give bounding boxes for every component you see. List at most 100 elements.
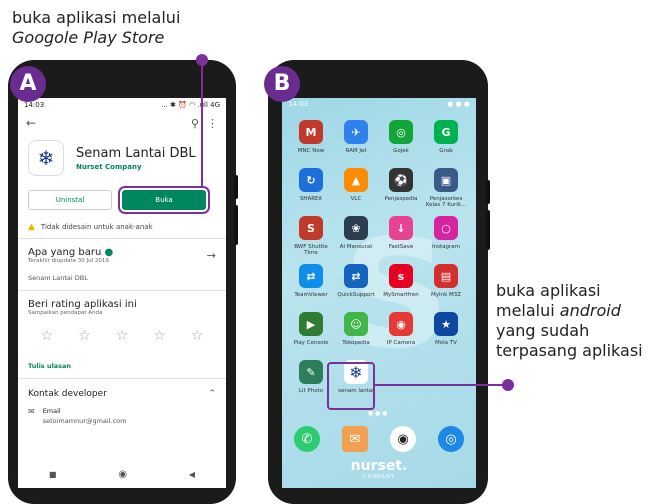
contact-developer-section[interactable]: Kontak developer ⌃ (18, 379, 226, 405)
phone-app-icon[interactable]: ✆ (294, 426, 320, 452)
search-icon[interactable]: ⚲ (191, 117, 199, 130)
app-glyph-icon: ⇄ (344, 264, 368, 288)
whats-new-body: Senam Lantai DBL (28, 274, 88, 282)
dock: ✆ ✉ ◉ ◎ (282, 420, 476, 460)
app-icon-item[interactable]: ▲ VLC (333, 168, 379, 202)
annotation-android-line2: melalui android (496, 301, 621, 320)
app-icon-item[interactable]: G Grab (423, 120, 469, 154)
warning-icon: ▲ (28, 222, 35, 232)
email-value[interactable]: setoimamnur@gmail.com (43, 417, 127, 425)
app-label: VLC (350, 196, 362, 202)
callout-line-a (201, 60, 203, 188)
app-glyph-icon: S (299, 216, 323, 240)
open-button[interactable]: Buka (118, 186, 210, 214)
camera-app-icon[interactable]: ◉ (390, 426, 416, 452)
app-glyph-icon: ★ (434, 312, 458, 336)
app-label: MNC Now (297, 148, 325, 154)
app-icon-item[interactable]: ❀ AI Mansurat (333, 216, 379, 250)
app-glyph-icon: G (434, 120, 458, 144)
app-icon-item[interactable]: ↻ SHAREit (288, 168, 334, 202)
app-label: Play Console (293, 340, 329, 346)
app-glyph-icon: ◉ (389, 312, 413, 336)
app-icon-item[interactable]: ✈ RAM Jet (333, 120, 379, 154)
app-glyph-icon: ⚽ (389, 168, 413, 192)
annotation-android-line4: terpasang aplikasi (496, 341, 643, 360)
warning-text: Tidak didesain untuk anak-anak (40, 223, 153, 231)
star-icon[interactable]: ☆ (41, 328, 54, 344)
app-glyph-icon: M (299, 120, 323, 144)
app-label: MySmartfren (383, 292, 419, 298)
email-label: Email (42, 407, 61, 415)
phone-a-screen: 14:03 ... ✱ ⏰ ◠ .ull 4G ← ⚲ ⋮ ❄ Senam La… (18, 98, 226, 488)
app-icon-item[interactable]: S BWF Shuttle Time (288, 216, 334, 256)
status-bar-b: 14:03 ● ● ● (282, 98, 476, 112)
star-icon[interactable]: ☆ (78, 328, 91, 344)
watermark-sub: COMPANY (363, 474, 395, 480)
contact-title: Kontak developer (28, 389, 107, 399)
back-arrow-icon[interactable]: ← (26, 116, 36, 130)
app-icon-item[interactable]: ⚽ Penjaspedia (378, 168, 424, 202)
status-time: 14:03 (24, 101, 45, 109)
app-label: TeamViewer (294, 292, 328, 298)
status-icons-b: ● ● ● (447, 100, 470, 108)
app-icon-item[interactable]: ⇄ QuickSupport (333, 264, 379, 298)
app-icon-item[interactable]: ◉ IP Camera (378, 312, 424, 346)
app-glyph-icon: ▲ (344, 168, 368, 192)
app-glyph-icon: ✎ (299, 360, 323, 384)
app-icon-item[interactable]: ○ Instagram (423, 216, 469, 250)
app-label: BWF Shuttle Time (294, 244, 328, 256)
app-icon-item[interactable]: ↓ FastSave (378, 216, 424, 250)
app-icon-item[interactable]: ▣ Penjasorkes Kelas 7 Kurik... (423, 168, 469, 208)
app-label: Grab (439, 148, 453, 154)
arrow-right-icon[interactable]: → (207, 249, 216, 262)
app-icon-item[interactable]: ◎ Gojek (378, 120, 424, 154)
app-label: Penjaspedia (384, 196, 418, 202)
messages-app-icon[interactable]: ✉ (342, 426, 368, 452)
browser-app-icon[interactable]: ◎ (438, 426, 464, 452)
app-icon-item[interactable]: ⇄ TeamViewer (288, 264, 334, 298)
phone-a-power-button (234, 205, 238, 245)
app-icon-item[interactable]: ▤ MyInk M3Z (423, 264, 469, 298)
watermark-text: nurset. (350, 458, 408, 474)
nav-bar: ■ ◉ ◀ (18, 469, 226, 480)
phone-b-screen: 14:03 ● ● ● S M MNC Now ✈ RAM Jet ◎ Gojek G Gra… (282, 98, 476, 488)
app-label: Tokopedia (342, 340, 370, 346)
annotation-android: buka aplikasi melalui android yang sudah… (496, 281, 643, 361)
app-glyph-icon: ▶ (299, 312, 323, 336)
app-title: Senam Lantai DBL (76, 145, 196, 161)
more-menu-icon[interactable]: ⋮ (207, 117, 218, 130)
app-icon-item[interactable]: ▶ Play Console (288, 312, 334, 346)
whats-new-title: Apa yang baru (28, 247, 102, 258)
whats-new-section[interactable]: Apa yang baru ● Terakhir diupdate 30 Jul… (18, 239, 226, 266)
annotation-playstore: buka aplikasi melalui Googole Play Store (12, 8, 180, 48)
status-bar: 14:03 ... ✱ ⏰ ◠ .ull 4G (18, 98, 226, 112)
app-label: MyInk M3Z (430, 292, 462, 298)
star-icon[interactable]: ☆ (191, 328, 204, 344)
app-label: RAM Jet (345, 148, 367, 154)
app-icon: ❄ (28, 140, 64, 176)
recent-apps-icon[interactable]: ■ (49, 470, 57, 479)
uninstall-button[interactable]: Uninstal (28, 190, 112, 210)
app-glyph-icon: ✈ (344, 120, 368, 144)
home-icon[interactable]: ◉ (118, 469, 127, 480)
status-icons: ... ✱ ⏰ ◠ .ull 4G (161, 101, 220, 109)
write-review-link[interactable]: Tulis ulasan (18, 354, 226, 378)
app-glyph-icon: ↻ (299, 168, 323, 192)
star-icon[interactable]: ☆ (116, 328, 129, 344)
app-icon-item[interactable]: ☺ Tokopedia (333, 312, 379, 346)
star-icon[interactable]: ☆ (153, 328, 166, 344)
chevron-up-icon[interactable]: ⌃ (208, 389, 216, 399)
app-glyph-icon: ▣ (434, 168, 458, 192)
phone-b-power-button (486, 210, 490, 250)
app-developer[interactable]: Nurset Company (76, 163, 196, 171)
rate-subtitle: Sampaikan pendapat Anda (28, 310, 103, 316)
app-icon-item[interactable]: s MySmartfren (378, 264, 424, 298)
app-glyph-icon: ⇄ (299, 264, 323, 288)
callout-box-b (327, 362, 375, 410)
app-icon-item[interactable]: M MNC Now (288, 120, 334, 154)
app-label: Gojek (393, 148, 409, 154)
app-glyph-icon: ☺ (344, 312, 368, 336)
watermark: nurset. COMPANY (282, 455, 476, 480)
app-icon-item[interactable]: ★ Mola TV (423, 312, 469, 346)
back-icon[interactable]: ◀ (189, 470, 195, 479)
